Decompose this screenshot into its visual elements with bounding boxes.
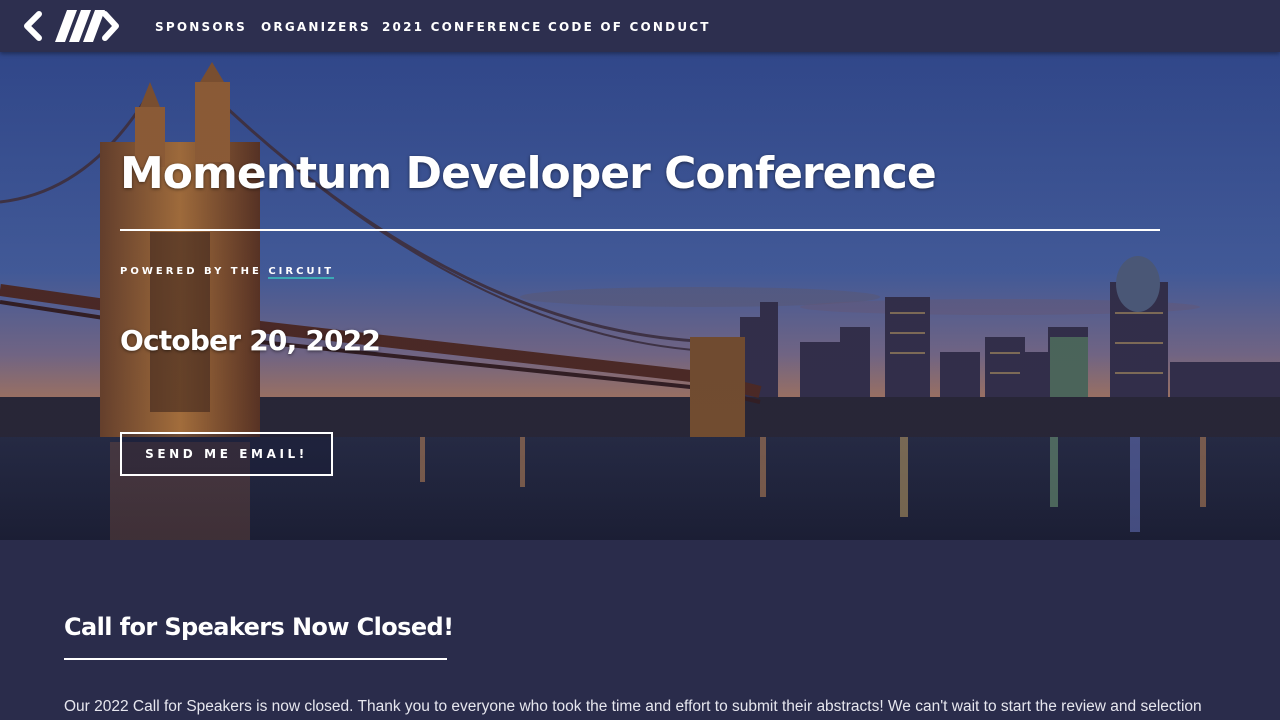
momentum-logo-icon: [23, 9, 119, 42]
section-divider: [64, 658, 447, 660]
nav-link-2021-conference[interactable]: 2021 CONFERENCE: [382, 18, 543, 36]
hero-section: Momentum Developer Conference POWERED BY…: [0, 52, 1280, 540]
home-logo-link[interactable]: [18, 5, 123, 46]
nav-link-sponsors[interactable]: SPONSORS: [155, 18, 247, 36]
call-for-speakers-text: Our 2022 Call for Speakers is now closed…: [64, 698, 1202, 715]
powered-by-line: POWERED BY THE CIRCUIT: [120, 266, 335, 279]
nav-link-code-of-conduct[interactable]: CODE OF CONDUCT: [548, 18, 711, 36]
powered-by-label: POWERED BY THE: [120, 266, 262, 277]
send-me-email-button[interactable]: SEND ME EMAIL!: [120, 432, 333, 476]
top-nav: SPONSORS ORGANIZERS 2021 CONFERENCE CODE…: [0, 0, 1280, 52]
the-circuit-link[interactable]: CIRCUIT: [268, 266, 335, 279]
event-date: October 20, 2022: [120, 324, 381, 357]
hero-divider: [120, 229, 1160, 231]
hero-title: Momentum Developer Conference: [120, 148, 937, 199]
call-for-speakers-heading: Call for Speakers Now Closed!: [64, 613, 454, 641]
nav-link-organizers[interactable]: ORGANIZERS: [261, 18, 371, 36]
